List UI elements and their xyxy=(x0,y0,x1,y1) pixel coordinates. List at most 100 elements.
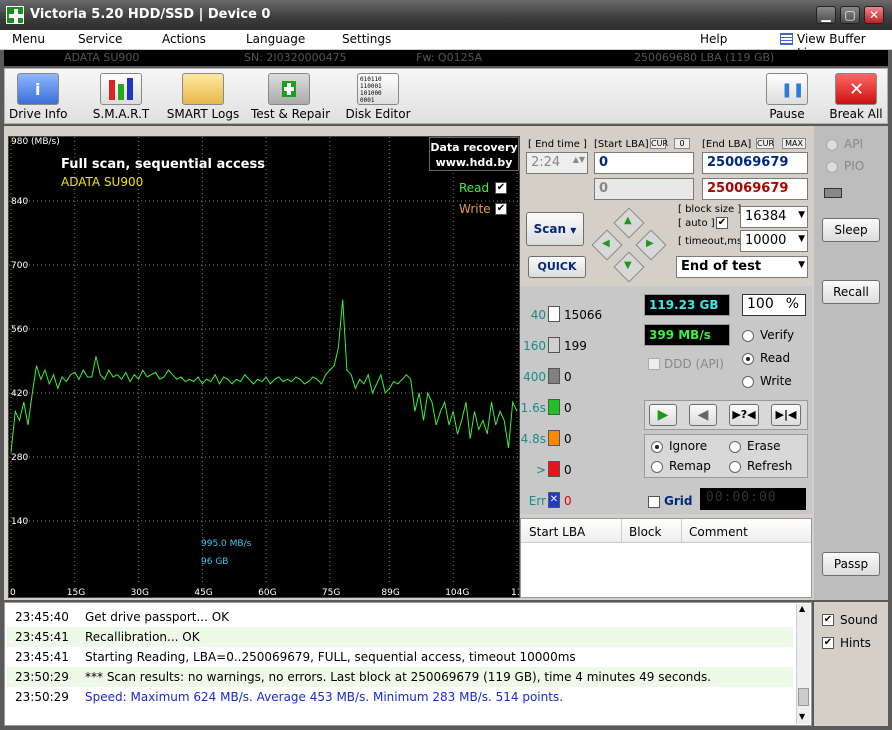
right-sidebar: API PIO Sleep Recall Passp xyxy=(814,126,888,600)
menu-menu[interactable]: Menu xyxy=(12,32,45,46)
block-color-swatch xyxy=(548,337,560,353)
col-start-lba[interactable]: Start LBA xyxy=(529,525,585,539)
grid-checkbox[interactable] xyxy=(648,496,660,508)
read-legend-checkbox[interactable]: ✔ xyxy=(495,182,507,194)
log-row: 23:45:41 Starting Reading, LBA=0..2500696… xyxy=(7,647,793,667)
menu-bar: Menu Service Actions Language Settings H… xyxy=(0,30,892,60)
sleep-button[interactable]: Sleep xyxy=(822,218,880,242)
menu-settings[interactable]: Settings xyxy=(342,32,391,46)
disk-editor-button[interactable]: 010110 110001 101000 0001 Disk Editor xyxy=(341,73,415,121)
break-all-button[interactable]: ✕ Break All xyxy=(829,73,883,121)
sound-checkbox[interactable]: ✔ xyxy=(822,614,834,626)
scroll-down-icon[interactable]: ▼ xyxy=(799,712,805,721)
minimize-button[interactable]: ▁ xyxy=(816,6,836,24)
ddd-checkbox[interactable] xyxy=(648,358,660,370)
pio-radio[interactable] xyxy=(826,161,838,173)
read-speed-line xyxy=(10,299,518,453)
menu-service[interactable]: Service xyxy=(78,32,122,46)
end-time-field[interactable]: 2:24 ▲▼ xyxy=(526,152,588,174)
block-size-select[interactable]: 16384 ▼ xyxy=(740,206,808,228)
info-icon: i xyxy=(17,73,59,105)
list-icon xyxy=(780,33,793,45)
end-time-label: [ End time ] xyxy=(528,139,587,150)
verify-radio[interactable] xyxy=(742,330,754,342)
timeout-select[interactable]: 10000 ▼ xyxy=(740,230,808,252)
auto-checkbox[interactable]: ✔ xyxy=(716,217,728,229)
up-triangle-icon: ▲ xyxy=(624,215,632,226)
end-lba-field-2: 250069679 xyxy=(702,178,808,200)
block-size-label: [ block size ] xyxy=(678,204,742,215)
block-time-label: Err xyxy=(528,494,546,508)
menu-help[interactable]: Help xyxy=(700,32,727,46)
speed-chart[interactable]: 840 700 560 420 280 140 0 15G 30G 45G 60G 75G 89G 104… xyxy=(8,136,520,598)
smart-logs-button[interactable]: SMART Logs xyxy=(165,73,241,121)
event-log[interactable]: 23:45:40 Get drive passport... OK 23:45:41… xyxy=(4,602,812,726)
recall-button[interactable]: Recall xyxy=(822,280,880,304)
pause-button[interactable]: ❚❚ Pause xyxy=(763,73,811,121)
log-message: *** Scan results: no warnings, no errors… xyxy=(85,670,712,684)
block-count: 199 xyxy=(564,339,587,353)
erase-radio[interactable] xyxy=(729,441,741,453)
y-tick-label: 700 xyxy=(11,261,28,271)
chart-title: Full scan, sequential access xyxy=(61,157,265,172)
block-row: >0 xyxy=(520,459,640,483)
api-label: API xyxy=(844,137,863,151)
menu-actions[interactable]: Actions xyxy=(162,32,206,46)
refresh-radio[interactable] xyxy=(729,461,741,473)
medkit-icon xyxy=(268,73,310,105)
quick-button[interactable]: QUICK xyxy=(528,256,586,278)
hints-checkbox[interactable]: ✔ xyxy=(822,637,834,649)
log-time: 23:45:40 xyxy=(15,610,69,624)
close-button[interactable]: ✕ xyxy=(864,6,884,24)
block-row: Err ✕ 0 xyxy=(520,490,640,514)
read-radio[interactable] xyxy=(742,353,754,365)
y-tick-label: 840 xyxy=(11,197,28,207)
write-legend-checkbox[interactable]: ✔ xyxy=(495,203,507,215)
remap-radio[interactable] xyxy=(651,461,663,473)
toolbar: i Drive Info S.M.A.R.T SMART Logs Test &… xyxy=(4,68,888,124)
col-comment[interactable]: Comment xyxy=(689,525,748,539)
smart-button[interactable]: S.M.A.R.T xyxy=(89,73,153,121)
end-lba-input[interactable]: 250069679 xyxy=(702,152,808,174)
maximize-button[interactable]: ▢ xyxy=(840,6,860,24)
start-cur-button[interactable]: CUR xyxy=(650,138,668,149)
x-tick-label: 11 xyxy=(511,588,519,597)
rewind-button[interactable]: ◀ xyxy=(689,404,717,426)
random-seek-button[interactable]: ▶?◀ xyxy=(729,404,759,426)
x-tick-label: 45G xyxy=(194,588,212,597)
scan-button[interactable]: Scan ▼ xyxy=(526,212,584,246)
test-repair-button[interactable]: Test & Repair xyxy=(251,73,330,121)
drive-info-button[interactable]: i Drive Info xyxy=(9,73,68,121)
ignore-radio[interactable] xyxy=(651,441,663,453)
scroll-up-icon[interactable]: ▲ xyxy=(799,604,805,613)
scroll-thumb[interactable] xyxy=(798,688,809,706)
log-time: 23:45:41 xyxy=(15,650,69,664)
api-radio[interactable] xyxy=(826,139,838,151)
block-count: 0 xyxy=(564,494,572,508)
x-tick-label: 15G xyxy=(67,588,85,597)
block-time-label: > xyxy=(535,463,546,477)
end-cur-button[interactable]: CUR xyxy=(756,138,774,149)
app-icon xyxy=(6,6,24,24)
y-tick-label: 560 xyxy=(11,325,28,335)
log-message: Starting Reading, LBA=0..250069679, FULL… xyxy=(85,650,576,664)
end-max-button[interactable]: MAX xyxy=(782,138,806,149)
play-icon: ▶ xyxy=(657,407,669,423)
log-scrollbar[interactable]: ▲ ▼ xyxy=(796,604,810,724)
refresh-label: Refresh xyxy=(747,459,793,473)
block-color-swatch xyxy=(548,368,560,384)
col-block[interactable]: Block xyxy=(629,525,661,539)
window-title: Victoria 5.20 HDD/SSD | Device 0 xyxy=(30,7,271,22)
butterfly-button[interactable]: ▶|◀ xyxy=(771,404,801,426)
menu-language[interactable]: Language xyxy=(246,32,305,46)
speed-display: 399 MB/s xyxy=(644,324,730,346)
spin-icon: ▲▼ xyxy=(572,155,585,164)
block-counters: 40 15066 160 199 400 0 1.6s 0 4.8s 0 >0 Err ✕ 0 xyxy=(520,286,640,514)
defects-table: Start LBA Block Comment xyxy=(520,518,812,598)
play-button[interactable]: ▶ xyxy=(649,404,677,426)
start-lba-input[interactable]: 0 xyxy=(594,152,694,174)
write-radio[interactable] xyxy=(742,376,754,388)
end-action-select[interactable]: End of test ▼ xyxy=(676,256,808,278)
start-zero-button[interactable]: 0 xyxy=(674,138,690,149)
passp-button[interactable]: Passp xyxy=(822,552,880,576)
